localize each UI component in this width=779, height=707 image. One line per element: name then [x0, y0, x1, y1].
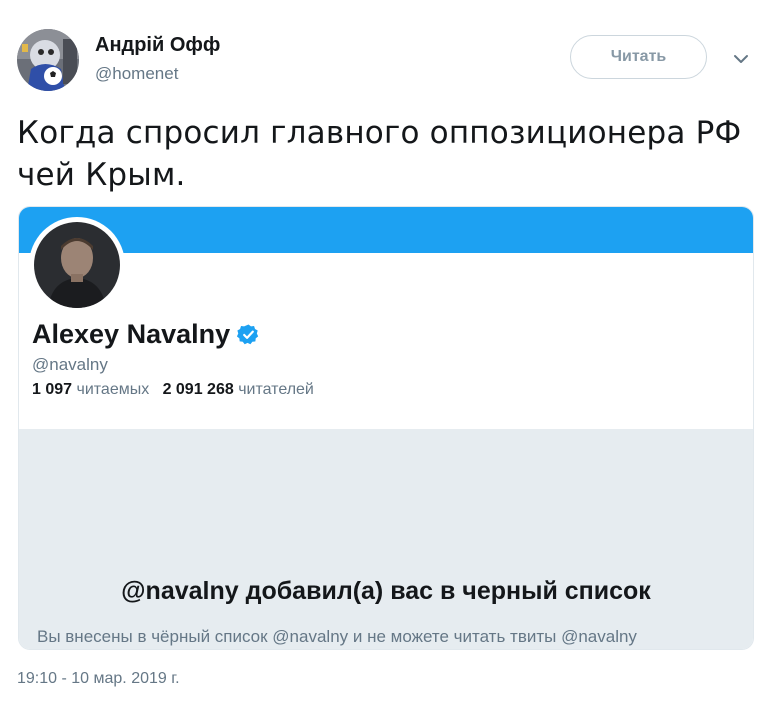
author-avatar-image [17, 29, 79, 91]
verified-badge-icon [237, 324, 259, 345]
profile-photo [34, 222, 120, 308]
blocked-title: @navalny добавил(а) вас в черный список [121, 577, 651, 605]
profile-avatar [29, 217, 125, 313]
blocked-notice: @navalny добавил(а) вас в черный список … [19, 429, 753, 649]
profile-stats: 1 097 читаемых 2 091 268 читателей [32, 381, 314, 399]
profile-banner [19, 207, 753, 253]
blocked-description: Вы внесены в чёрный список @navalny и не… [37, 627, 637, 646]
author-avatar[interactable] [17, 29, 79, 91]
follow-button[interactable]: Читать [570, 35, 707, 79]
embedded-profile-card: Alexey Navalny @navalny 1 097 читаемых 2… [18, 206, 754, 650]
tweet-text: Когда спросил главного оппозиционера РФ … [17, 115, 742, 193]
tweet-timestamp[interactable]: 19:10 - 10 мар. 2019 г. [17, 670, 180, 688]
profile-name: Alexey Navalny [32, 319, 260, 350]
followers-count: 2 091 268 [162, 381, 234, 398]
author-name[interactable]: Андрій Офф [95, 34, 220, 57]
chevron-down-icon[interactable] [731, 52, 751, 66]
author-handle[interactable]: @homenet [95, 64, 178, 84]
followers-label: читателей [238, 381, 314, 398]
following-label: читаемых [76, 381, 150, 398]
following-count: 1 097 [32, 381, 73, 398]
profile-name-text: Alexey Navalny [32, 319, 231, 349]
profile-handle: @navalny [32, 355, 108, 374]
